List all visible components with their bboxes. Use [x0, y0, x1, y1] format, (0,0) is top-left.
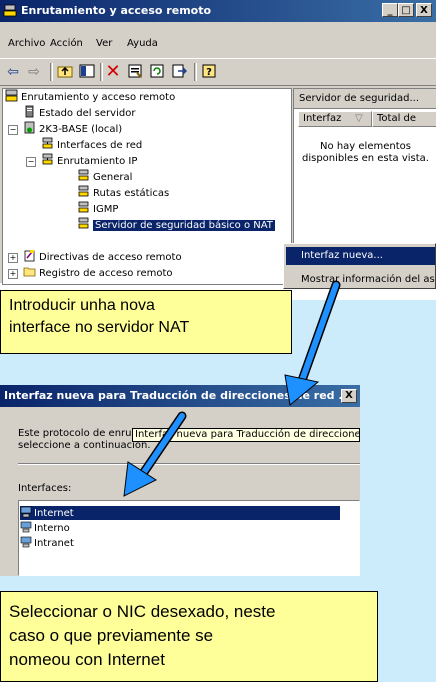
toolbar-separator	[50, 63, 53, 81]
rras-app-icon	[3, 4, 17, 17]
refresh-icon[interactable]	[148, 63, 166, 81]
window-titlebar[interactable]: Enrutamiento y acceso remoto _ □ X	[0, 0, 436, 22]
menu-archivo[interactable]: Archivo	[8, 38, 45, 49]
policy-icon	[24, 250, 35, 262]
dialog-close-button[interactable]: X	[341, 389, 357, 403]
svg-text:?: ?	[206, 67, 212, 78]
forward-icon[interactable]: ⇨	[25, 63, 43, 81]
computer-icon	[24, 121, 35, 134]
menu-ayuda[interactable]: Ayuda	[127, 38, 158, 49]
network-adapter-icon	[20, 506, 32, 518]
dialog-description: Este protocolo de enru seleccione a cont…	[18, 428, 151, 451]
back-icon[interactable]: ⇦	[4, 63, 22, 81]
network-adapter-icon	[20, 536, 32, 548]
callout-select-nic: Seleccionar o NIC desexado, neste caso o…	[0, 591, 378, 682]
rras-window: Enrutamiento y acceso remoto _ □ X Archi…	[0, 0, 436, 285]
tree-item-logging[interactable]: Registro de acceso remoto	[23, 265, 173, 281]
properties-icon[interactable]	[126, 63, 144, 81]
tree-item-general[interactable]: General	[77, 169, 132, 185]
collapse-icon[interactable]: −	[8, 125, 18, 135]
callout-new-interface: Introducir unha nova interface no servid…	[0, 290, 292, 354]
collapse-icon[interactable]: −	[26, 157, 36, 167]
menu-item-new-interface[interactable]: Interfaz nueva...	[286, 247, 435, 265]
tree-item-root[interactable]: Enrutamiento y acceso remoto	[5, 89, 175, 105]
routing-icon	[78, 169, 89, 181]
interfaces-label: Interfaces:	[18, 483, 72, 494]
new-interface-dialog: Interfaz nueva para Traducción de direcc…	[0, 385, 360, 576]
context-menu: Interfaz nueva... Mostrar información de…	[283, 243, 436, 289]
list-item-interno[interactable]: Interno	[20, 521, 70, 535]
server-status-icon	[25, 105, 34, 118]
details-header: Servidor de seguridad...	[294, 89, 436, 109]
list-item-intranet[interactable]: Intranet	[20, 536, 74, 550]
interfaces-list[interactable]: Internet Interno Intranet	[18, 500, 360, 576]
window-title: Enrutamiento y acceso remoto	[21, 4, 212, 17]
tree-item-static-routes[interactable]: Rutas estáticas	[77, 185, 169, 201]
toolbar-separator	[100, 63, 103, 81]
export-icon[interactable]	[170, 63, 188, 81]
show-hide-tree-icon[interactable]	[78, 63, 96, 81]
expand-icon[interactable]: +	[8, 253, 18, 263]
up-folder-icon[interactable]	[56, 63, 74, 81]
tree-item-policies[interactable]: Directivas de acceso remoto	[23, 249, 182, 265]
tree-item-server[interactable]: 2K3-BASE (local)	[23, 121, 122, 137]
routing-icon	[78, 217, 89, 229]
dialog-titlebar[interactable]: Interfaz nueva para Traducción de direcc…	[0, 385, 360, 407]
tooltip: Interfaz nueva para Traducción de direcc…	[132, 428, 360, 442]
dialog-separator	[18, 463, 360, 465]
routing-icon	[78, 201, 89, 213]
sort-arrow-icon: ▽	[355, 113, 363, 124]
expand-icon[interactable]: +	[8, 269, 18, 279]
minimize-button[interactable]: _	[382, 3, 398, 17]
menu-item-show-info[interactable]: Mostrar información del as	[286, 272, 435, 288]
routing-icon	[42, 153, 53, 165]
toolbar: ⇦ ⇨ ✕ ?	[0, 58, 436, 86]
network-adapter-icon	[20, 521, 32, 533]
server-icon	[5, 89, 18, 102]
network-icon	[42, 137, 53, 149]
tree-item-ip-routing[interactable]: Enrutamiento IP	[41, 153, 137, 169]
close-button[interactable]: X	[416, 3, 432, 17]
tree-item-nat[interactable]: Servidor de seguridad básico o NAT	[77, 217, 275, 233]
menu-accion[interactable]: Acción	[50, 38, 83, 49]
column-header-interfaz[interactable]: Interfaz ▽	[298, 111, 372, 127]
list-item-internet[interactable]: Internet	[20, 506, 340, 520]
tree-item-igmp[interactable]: IGMP	[77, 201, 118, 217]
menu-bar: Archivo Acción Ver Ayuda	[0, 36, 436, 56]
empty-message: No hay elementos disponibles en esta vis…	[302, 141, 429, 164]
tree-item-server-status[interactable]: Estado del servidor	[23, 105, 135, 121]
tree-item-net-interfaces[interactable]: Interfaces de red	[41, 137, 142, 153]
column-header-total[interactable]: Total de	[372, 111, 436, 127]
folder-icon	[23, 267, 36, 277]
menu-ver[interactable]: Ver	[96, 38, 112, 49]
maximize-button[interactable]: □	[398, 3, 414, 17]
routing-icon	[78, 185, 89, 197]
help-icon[interactable]: ?	[200, 63, 218, 81]
delete-icon[interactable]: ✕	[104, 63, 122, 81]
console-tree: Enrutamiento y acceso remoto Estado del …	[2, 88, 292, 285]
toolbar-separator	[194, 63, 197, 81]
